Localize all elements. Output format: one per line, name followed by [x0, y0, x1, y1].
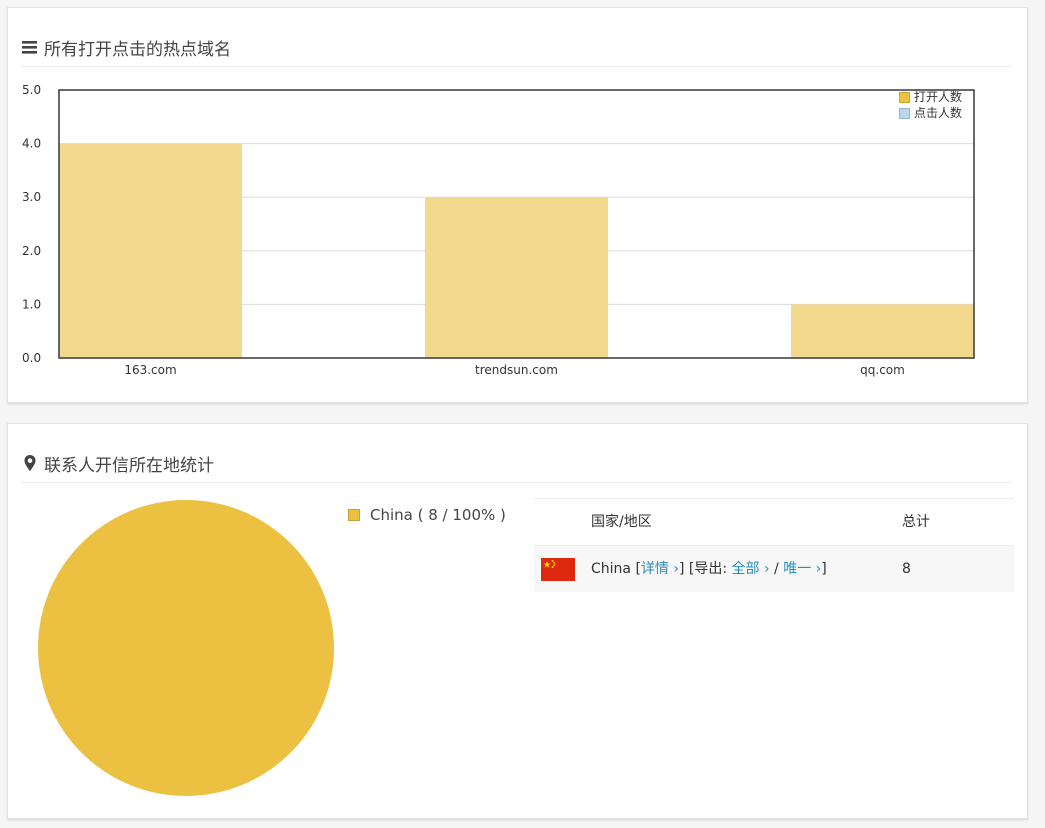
legend-swatch-click: [899, 107, 910, 119]
bar-trendsun.com: [425, 197, 608, 358]
charts-canvas: 0.0 1.0 2.0 3.0 4.0 5.0 163.com trendsun.com qq.…: [22, 83, 975, 796]
y-tick-label: 3.0: [22, 190, 41, 204]
bar-163.com: [59, 143, 242, 358]
legend-label-open: 打开人数: [914, 90, 963, 104]
y-tick-label: 1.0: [22, 297, 41, 311]
x-tick-label: trendsun.com: [475, 363, 558, 377]
y-tick-label: 0.0: [22, 351, 41, 365]
legend-item-click: 点击人数: [899, 105, 962, 121]
x-tick-label: 163.com: [124, 363, 176, 377]
y-tick-label: 2.0: [22, 244, 41, 258]
bar-qq.com: [791, 304, 974, 358]
legend-item-open: 打开人数: [899, 89, 962, 105]
x-tick-label: qq.com: [860, 363, 905, 377]
bar-legend: 打开人数 点击人数: [899, 89, 962, 121]
legend-label-click: 点击人数: [914, 106, 963, 120]
y-tick-label: 4.0: [22, 137, 41, 151]
legend-swatch-open: [899, 91, 910, 103]
y-tick-label: 5.0: [22, 83, 41, 97]
pie-slice-China: [38, 500, 334, 796]
